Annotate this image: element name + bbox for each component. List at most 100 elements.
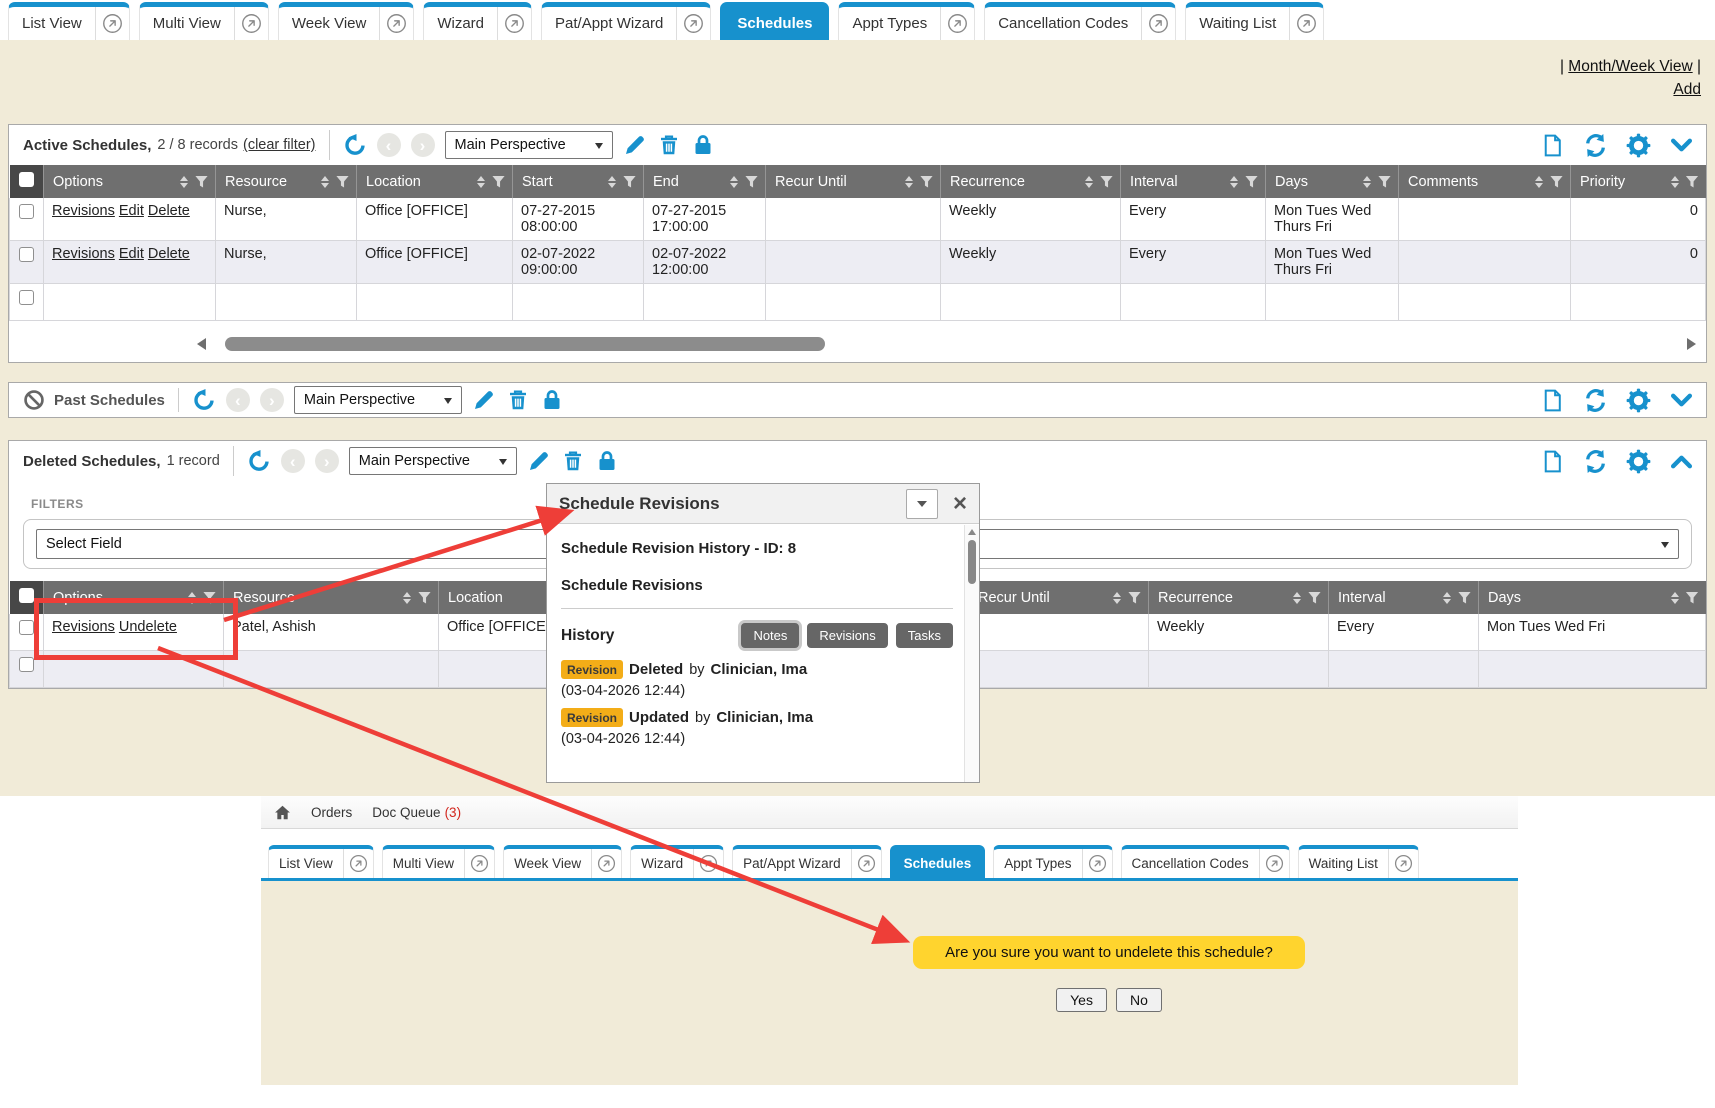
filter-funnel-icon[interactable] <box>1100 176 1113 188</box>
select-all-checkbox[interactable] <box>19 172 34 187</box>
sort-icon[interactable] <box>477 176 485 188</box>
sort-icon[interactable] <box>1363 176 1371 188</box>
edit-pencil-icon[interactable] <box>472 388 496 412</box>
column-header-priority[interactable]: Priority <box>1571 165 1706 198</box>
popup-title-bar[interactable]: Schedule Revisions × <box>547 484 979 524</box>
column-header-recur-until[interactable]: Recur Until <box>969 581 1149 614</box>
tab-popout-button[interactable] <box>1082 849 1112 878</box>
sort-icon[interactable] <box>188 592 196 604</box>
undo-icon[interactable] <box>343 133 367 157</box>
tab-popout-button[interactable] <box>343 849 373 878</box>
collapse-chevron-down-icon[interactable] <box>1669 133 1694 158</box>
link-delete[interactable]: Delete <box>148 246 190 262</box>
scrollbar-thumb[interactable] <box>225 337 825 351</box>
column-header-comments[interactable]: Comments <box>1399 165 1571 198</box>
undo-icon[interactable] <box>192 388 216 412</box>
refresh-icon[interactable] <box>1583 449 1608 474</box>
column-header-days[interactable]: Days <box>1479 581 1706 614</box>
filter-funnel-icon[interactable] <box>1686 592 1699 604</box>
filter-funnel-icon[interactable] <box>745 176 758 188</box>
row-checkbox[interactable] <box>19 204 34 219</box>
new-document-icon[interactable] <box>1540 449 1565 474</box>
expand-chevron-down-icon[interactable] <box>1669 388 1694 413</box>
collapse-chevron-up-icon[interactable] <box>1669 449 1694 474</box>
sort-icon[interactable] <box>1671 176 1679 188</box>
sort-icon[interactable] <box>1671 592 1679 604</box>
tab-cancellation-codes[interactable]: Cancellation Codes <box>984 2 1176 40</box>
tab-popout-button[interactable] <box>676 7 710 40</box>
page-next-button[interactable]: › <box>315 449 339 473</box>
sort-icon[interactable] <box>608 176 616 188</box>
add-link[interactable]: Add <box>1673 81 1701 98</box>
doc-queue-menu-item[interactable]: Doc Queue (3) <box>372 805 461 820</box>
column-header-recurrence[interactable]: Recurrence <box>941 165 1121 198</box>
filter-funnel-icon[interactable] <box>1550 176 1563 188</box>
scroll-left-arrow-icon[interactable] <box>197 338 206 350</box>
column-header-resource[interactable]: Resource <box>216 165 357 198</box>
tab-waiting-list[interactable]: Waiting List <box>1298 845 1419 878</box>
tab-wizard[interactable]: Wizard <box>423 2 532 40</box>
link-revisions[interactable]: Revisions <box>52 203 115 219</box>
scrollbar-thumb[interactable] <box>968 540 976 584</box>
column-header-resource[interactable]: Resource <box>224 581 439 614</box>
scroll-right-arrow-icon[interactable] <box>1687 338 1696 350</box>
select-all-checkbox[interactable] <box>19 588 34 603</box>
sort-icon[interactable] <box>730 176 738 188</box>
tab-week-view[interactable]: Week View <box>278 2 414 40</box>
column-header-interval[interactable]: Interval <box>1329 581 1479 614</box>
page-previous-button[interactable]: ‹ <box>377 133 401 157</box>
notes-button[interactable]: Notes <box>741 623 799 648</box>
tab-pat-appt-wizard[interactable]: Pat/Appt Wizard <box>732 845 882 878</box>
column-header-options[interactable]: Options <box>44 581 224 614</box>
new-document-icon[interactable] <box>1540 133 1565 158</box>
tab-popout-button[interactable] <box>1141 7 1175 40</box>
lock-icon[interactable] <box>691 133 715 157</box>
settings-gear-icon[interactable] <box>1626 133 1651 158</box>
tab-multi-view[interactable]: Multi View <box>382 845 495 878</box>
tab-multi-view[interactable]: Multi View <box>139 2 269 40</box>
filter-funnel-icon[interactable] <box>623 176 636 188</box>
column-header-location[interactable]: Location <box>357 165 513 198</box>
edit-pencil-icon[interactable] <box>623 133 647 157</box>
settings-gear-icon[interactable] <box>1626 388 1651 413</box>
sort-icon[interactable] <box>905 176 913 188</box>
row-checkbox[interactable] <box>19 620 34 635</box>
month-week-view-link[interactable]: Month/Week View <box>1568 58 1692 75</box>
close-icon[interactable]: × <box>953 492 967 516</box>
tab-schedules[interactable]: Schedules <box>720 2 829 40</box>
tab-popout-button[interactable] <box>1388 849 1418 878</box>
filter-funnel-icon[interactable] <box>1128 592 1141 604</box>
link-edit[interactable]: Edit <box>119 203 144 219</box>
tab-popout-button[interactable] <box>851 849 881 878</box>
tab-week-view[interactable]: Week View <box>503 845 622 878</box>
column-header-days[interactable]: Days <box>1266 165 1399 198</box>
tab-popout-button[interactable] <box>379 7 413 40</box>
filter-funnel-icon[interactable] <box>1378 176 1391 188</box>
new-document-icon[interactable] <box>1540 388 1565 413</box>
undo-icon[interactable] <box>247 449 271 473</box>
tab-schedules[interactable]: Schedules <box>890 845 986 878</box>
tab-appt-types[interactable]: Appt Types <box>838 2 975 40</box>
page-next-button[interactable]: › <box>411 133 435 157</box>
tab-popout-button[interactable] <box>1289 7 1323 40</box>
tab-wizard[interactable]: Wizard <box>630 845 724 878</box>
sort-icon[interactable] <box>1293 592 1301 604</box>
tab-popout-button[interactable] <box>1259 849 1289 878</box>
delete-trash-icon[interactable] <box>506 388 530 412</box>
clear-filter-link[interactable]: (clear filter) <box>243 137 316 153</box>
sort-icon[interactable] <box>1085 176 1093 188</box>
link-undelete[interactable]: Undelete <box>119 619 177 635</box>
link-revisions[interactable]: Revisions <box>52 246 115 262</box>
tab-waiting-list[interactable]: Waiting List <box>1185 2 1324 40</box>
tab-popout-button[interactable] <box>95 7 129 40</box>
revisions-button[interactable]: Revisions <box>807 623 887 648</box>
tab-popout-button[interactable] <box>464 849 494 878</box>
tab-list-view[interactable]: List View <box>8 2 130 40</box>
tab-popout-button[interactable] <box>940 7 974 40</box>
sort-icon[interactable] <box>1535 176 1543 188</box>
filter-funnel-icon[interactable] <box>203 592 216 604</box>
settings-gear-icon[interactable] <box>1626 449 1651 474</box>
popup-menu-button[interactable] <box>906 489 938 519</box>
edit-pencil-icon[interactable] <box>527 449 551 473</box>
sort-icon[interactable] <box>1443 592 1451 604</box>
